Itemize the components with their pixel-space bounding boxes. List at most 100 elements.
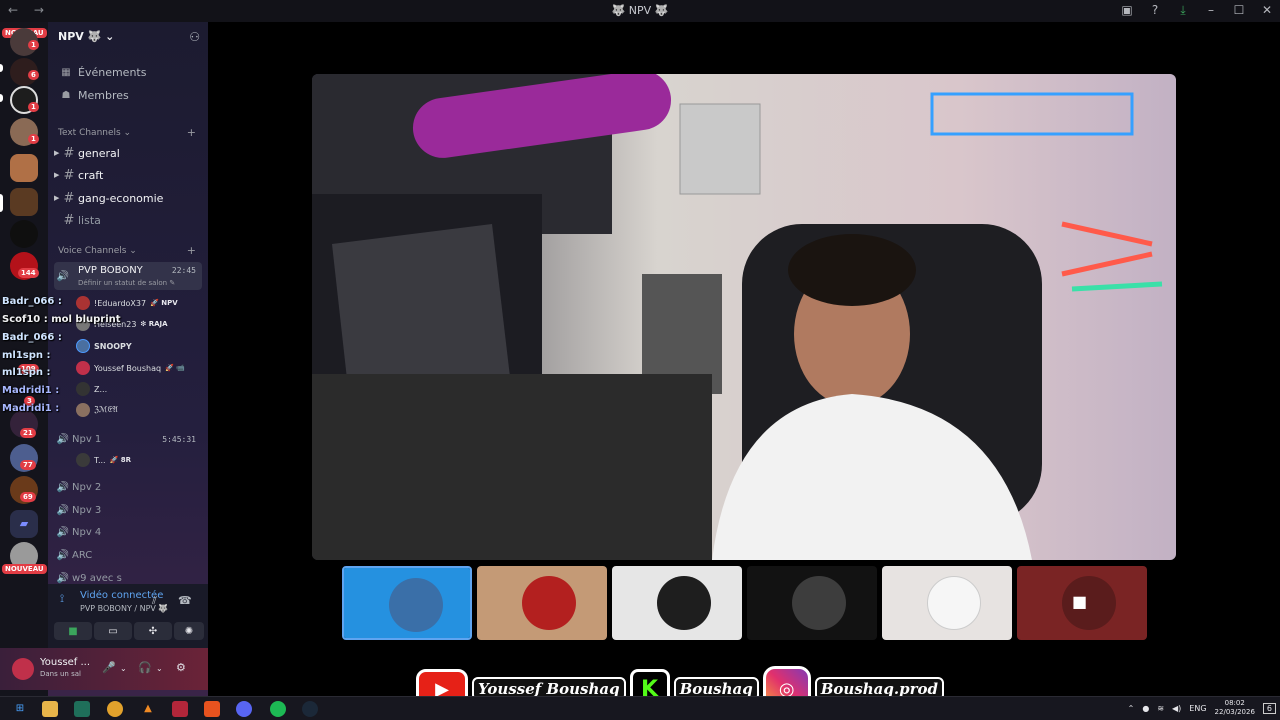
close-icon[interactable]: ✕	[1260, 3, 1274, 18]
voice-channel-w9[interactable]: 🔊 w9 avec s	[54, 571, 202, 585]
events-label: Événements	[78, 66, 147, 79]
voice-user[interactable]: ℨℳ𝔈𝔄	[76, 403, 118, 417]
voice-channels-category[interactable]: Voice Channels ⌄	[58, 246, 137, 256]
inbox-icon[interactable]: ▣	[1120, 3, 1134, 18]
channel-lista[interactable]: # lista	[54, 210, 202, 230]
vlc-icon[interactable]: ▲	[140, 701, 156, 717]
time: 08:02	[1224, 699, 1245, 707]
members-item[interactable]: ☗ Membres	[60, 89, 129, 102]
participant-tile[interactable]	[342, 566, 472, 640]
camera-icon: ■	[1072, 592, 1088, 611]
unread-badge: 21	[20, 428, 36, 438]
brave-icon[interactable]	[204, 701, 220, 717]
add-channel-icon[interactable]: +	[187, 126, 196, 139]
disconnect-icon[interactable]: ☎	[178, 594, 192, 607]
voice-channel-npv3[interactable]: 🔊 Npv 3	[54, 503, 202, 517]
taskbar: ⊞ ▲ ⌃ ● ≋ ◀) ENG 08:02 22/03/2026 6	[0, 696, 1280, 720]
camera-button[interactable]: ■	[54, 622, 92, 640]
headphones-icon[interactable]: 🎧	[138, 661, 152, 674]
minimize-icon[interactable]: –	[1204, 3, 1218, 18]
voice-user[interactable]: Z...	[76, 382, 107, 396]
chat-overlay-line: Scof10 : mol bluprint	[2, 314, 121, 325]
title-bar: ← → 🐺 NPV 🐺 ▣ ? ⤓ – ☐ ✕	[0, 0, 1280, 22]
start-icon[interactable]: ⊞	[12, 701, 28, 717]
discord-icon[interactable]	[236, 701, 252, 717]
channel-status[interactable]: Définir un statut de salon ✎	[78, 279, 175, 287]
voice-user-name: !EduardoX37	[94, 298, 147, 308]
server-icon[interactable]	[10, 154, 38, 182]
window-title: 🐺 NPV 🐺	[611, 4, 669, 17]
avatar	[76, 361, 90, 375]
activities-button[interactable]: ✣	[134, 622, 172, 640]
voice-channel-npv1[interactable]: 🔊 Npv 1 5:45:31	[54, 432, 202, 446]
server-icon[interactable]	[10, 188, 38, 216]
signal-icon[interactable]: ⟟	[60, 592, 64, 606]
channel-gang-economie[interactable]: ▶ # gang-economie	[54, 188, 202, 208]
avatar	[76, 339, 90, 353]
download-icon[interactable]: ⤓	[1176, 3, 1190, 18]
noise-suppression-icon[interactable]: ⫽	[152, 594, 157, 608]
gear-icon[interactable]: ⚙	[176, 661, 186, 674]
focused-video[interactable]	[312, 74, 1176, 560]
speaker-icon: 🔊	[56, 481, 70, 493]
chevron-down-icon[interactable]: ⌄	[120, 664, 127, 673]
speaker-icon: 🔊	[56, 504, 70, 516]
hash-icon: #	[63, 145, 75, 161]
voice-user[interactable]: T... 🚀 8R	[76, 453, 131, 467]
voice-user[interactable]: SNOOPY	[76, 339, 132, 353]
voice-channel-arc[interactable]: 🔊 ARC	[54, 548, 202, 562]
language-indicator[interactable]: ENG	[1189, 704, 1206, 713]
chat-overlay-line: Badr_066 :	[2, 296, 62, 307]
avatar[interactable]	[12, 658, 34, 680]
spotify-icon[interactable]	[270, 701, 286, 717]
folder-icon[interactable]: ▰	[10, 510, 38, 538]
channel-general[interactable]: ▶ # general	[54, 143, 202, 163]
app-icon[interactable]	[172, 701, 188, 717]
participant-tile[interactable]	[612, 566, 742, 640]
unread-pill	[0, 94, 3, 102]
role-tag: 🚀 8R	[109, 456, 131, 464]
user-name[interactable]: Youssef ...	[40, 657, 90, 668]
soundboard-button[interactable]: ✺	[174, 622, 204, 640]
clock[interactable]: 08:02 22/03/2026	[1215, 699, 1255, 717]
help-icon[interactable]: ?	[1148, 3, 1162, 18]
channel-label: lista	[78, 213, 101, 227]
notification-badge[interactable]: 6	[1262, 702, 1276, 714]
voice-channel-label: Npv 1	[72, 433, 102, 445]
events-item[interactable]: ▦ Événements	[60, 66, 146, 79]
voice-channel-npv2[interactable]: 🔊 Npv 2	[54, 480, 202, 494]
participant-tile[interactable]: ■	[1017, 566, 1147, 640]
speaker-icon: 🔊	[56, 433, 70, 445]
chevron-down-icon[interactable]: ⌄	[156, 664, 163, 673]
microphone-icon[interactable]: 🎤	[102, 661, 116, 674]
participant-tile[interactable]	[477, 566, 607, 640]
volume-icon[interactable]: ◀)	[1172, 704, 1181, 713]
speaker-icon: 🔊	[56, 572, 70, 584]
file-explorer-icon[interactable]	[42, 701, 58, 717]
server-name[interactable]: NPV 🐺 ⌄	[58, 30, 114, 43]
screen-share-button[interactable]: ▭	[94, 622, 132, 640]
add-voice-channel-icon[interactable]: +	[187, 244, 196, 257]
voice-status: Vidéo connectée	[80, 590, 164, 601]
avatar	[76, 382, 90, 396]
chrome-icon[interactable]	[107, 701, 123, 717]
channel-craft[interactable]: ▶ # craft	[54, 165, 202, 185]
maximize-icon[interactable]: ☐	[1232, 3, 1246, 18]
participant-tile[interactable]	[747, 566, 877, 640]
participant-tile[interactable]	[882, 566, 1012, 640]
voice-channel-pvp-bobony[interactable]: 🔊 PVP BOBONY 22:45 Définir un statut de …	[54, 262, 202, 290]
text-channels-category[interactable]: Text Channels ⌄	[58, 128, 131, 138]
voice-channel-npv4[interactable]: 🔊 Npv 4	[54, 525, 202, 539]
steam-icon[interactable]	[302, 701, 318, 717]
voice-user[interactable]: Youssef Boushaq 🚀 📹	[76, 361, 185, 375]
add-member-icon[interactable]: ⚇	[189, 30, 200, 44]
channel-label: craft	[78, 168, 104, 182]
wifi-icon[interactable]: ≋	[1157, 704, 1164, 713]
microphone-icon[interactable]: ●	[1142, 704, 1149, 713]
voice-user[interactable]: !EduardoX37 🚀 NPV	[76, 296, 178, 310]
unread-badge: 69	[20, 492, 36, 502]
server-icon[interactable]	[10, 220, 38, 248]
unread-pill	[0, 64, 3, 72]
app-icon[interactable]	[74, 701, 90, 717]
chevron-up-icon[interactable]: ⌃	[1128, 704, 1135, 713]
